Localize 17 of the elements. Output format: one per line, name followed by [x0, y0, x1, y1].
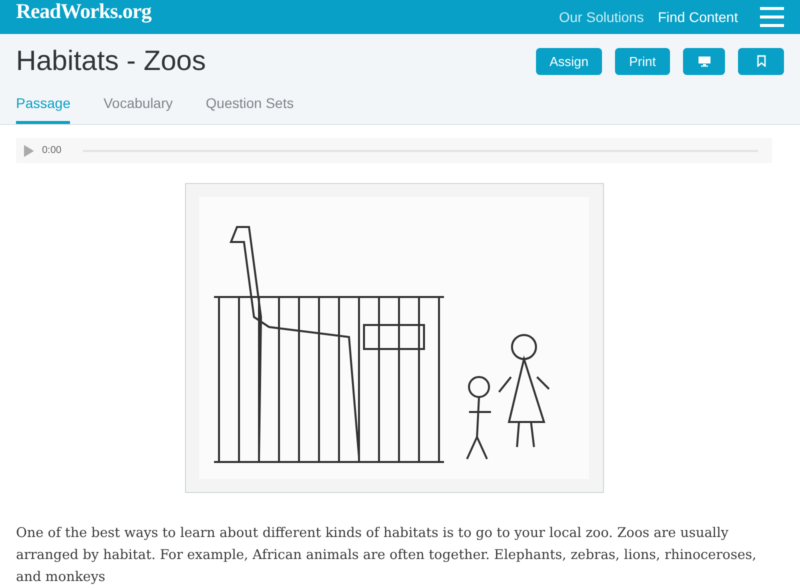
bookmark-icon	[756, 55, 766, 67]
logo[interactable]: ReadWorks.org	[16, 0, 152, 24]
nav-link[interactable]: Our Solutions	[559, 9, 644, 25]
page-title: Habitats - Zoos	[16, 45, 206, 77]
tab[interactable]: Passage	[16, 95, 70, 124]
action-button[interactable]: Print	[615, 48, 670, 74]
action-button[interactable]: Assign	[536, 48, 602, 74]
monitor-icon	[698, 56, 710, 66]
present-button[interactable]	[683, 48, 725, 74]
tab[interactable]: Vocabulary	[103, 95, 173, 124]
bookmark-button[interactable]	[738, 48, 784, 74]
audio-time: 0:00	[42, 145, 62, 156]
passage-text: One of the best ways to learn about different kinds of habitats is to go to your local zoo. Zoos are usually arranged by habitat. For example, African animals are often together. Elephants, zebras, lions, rhinoceroses, and monkeys	[16, 525, 758, 587]
tab[interactable]: Question Sets	[206, 95, 294, 124]
play-icon[interactable]	[24, 144, 34, 156]
menu-icon[interactable]	[760, 7, 784, 27]
nav-link[interactable]: Find Content	[658, 9, 738, 25]
